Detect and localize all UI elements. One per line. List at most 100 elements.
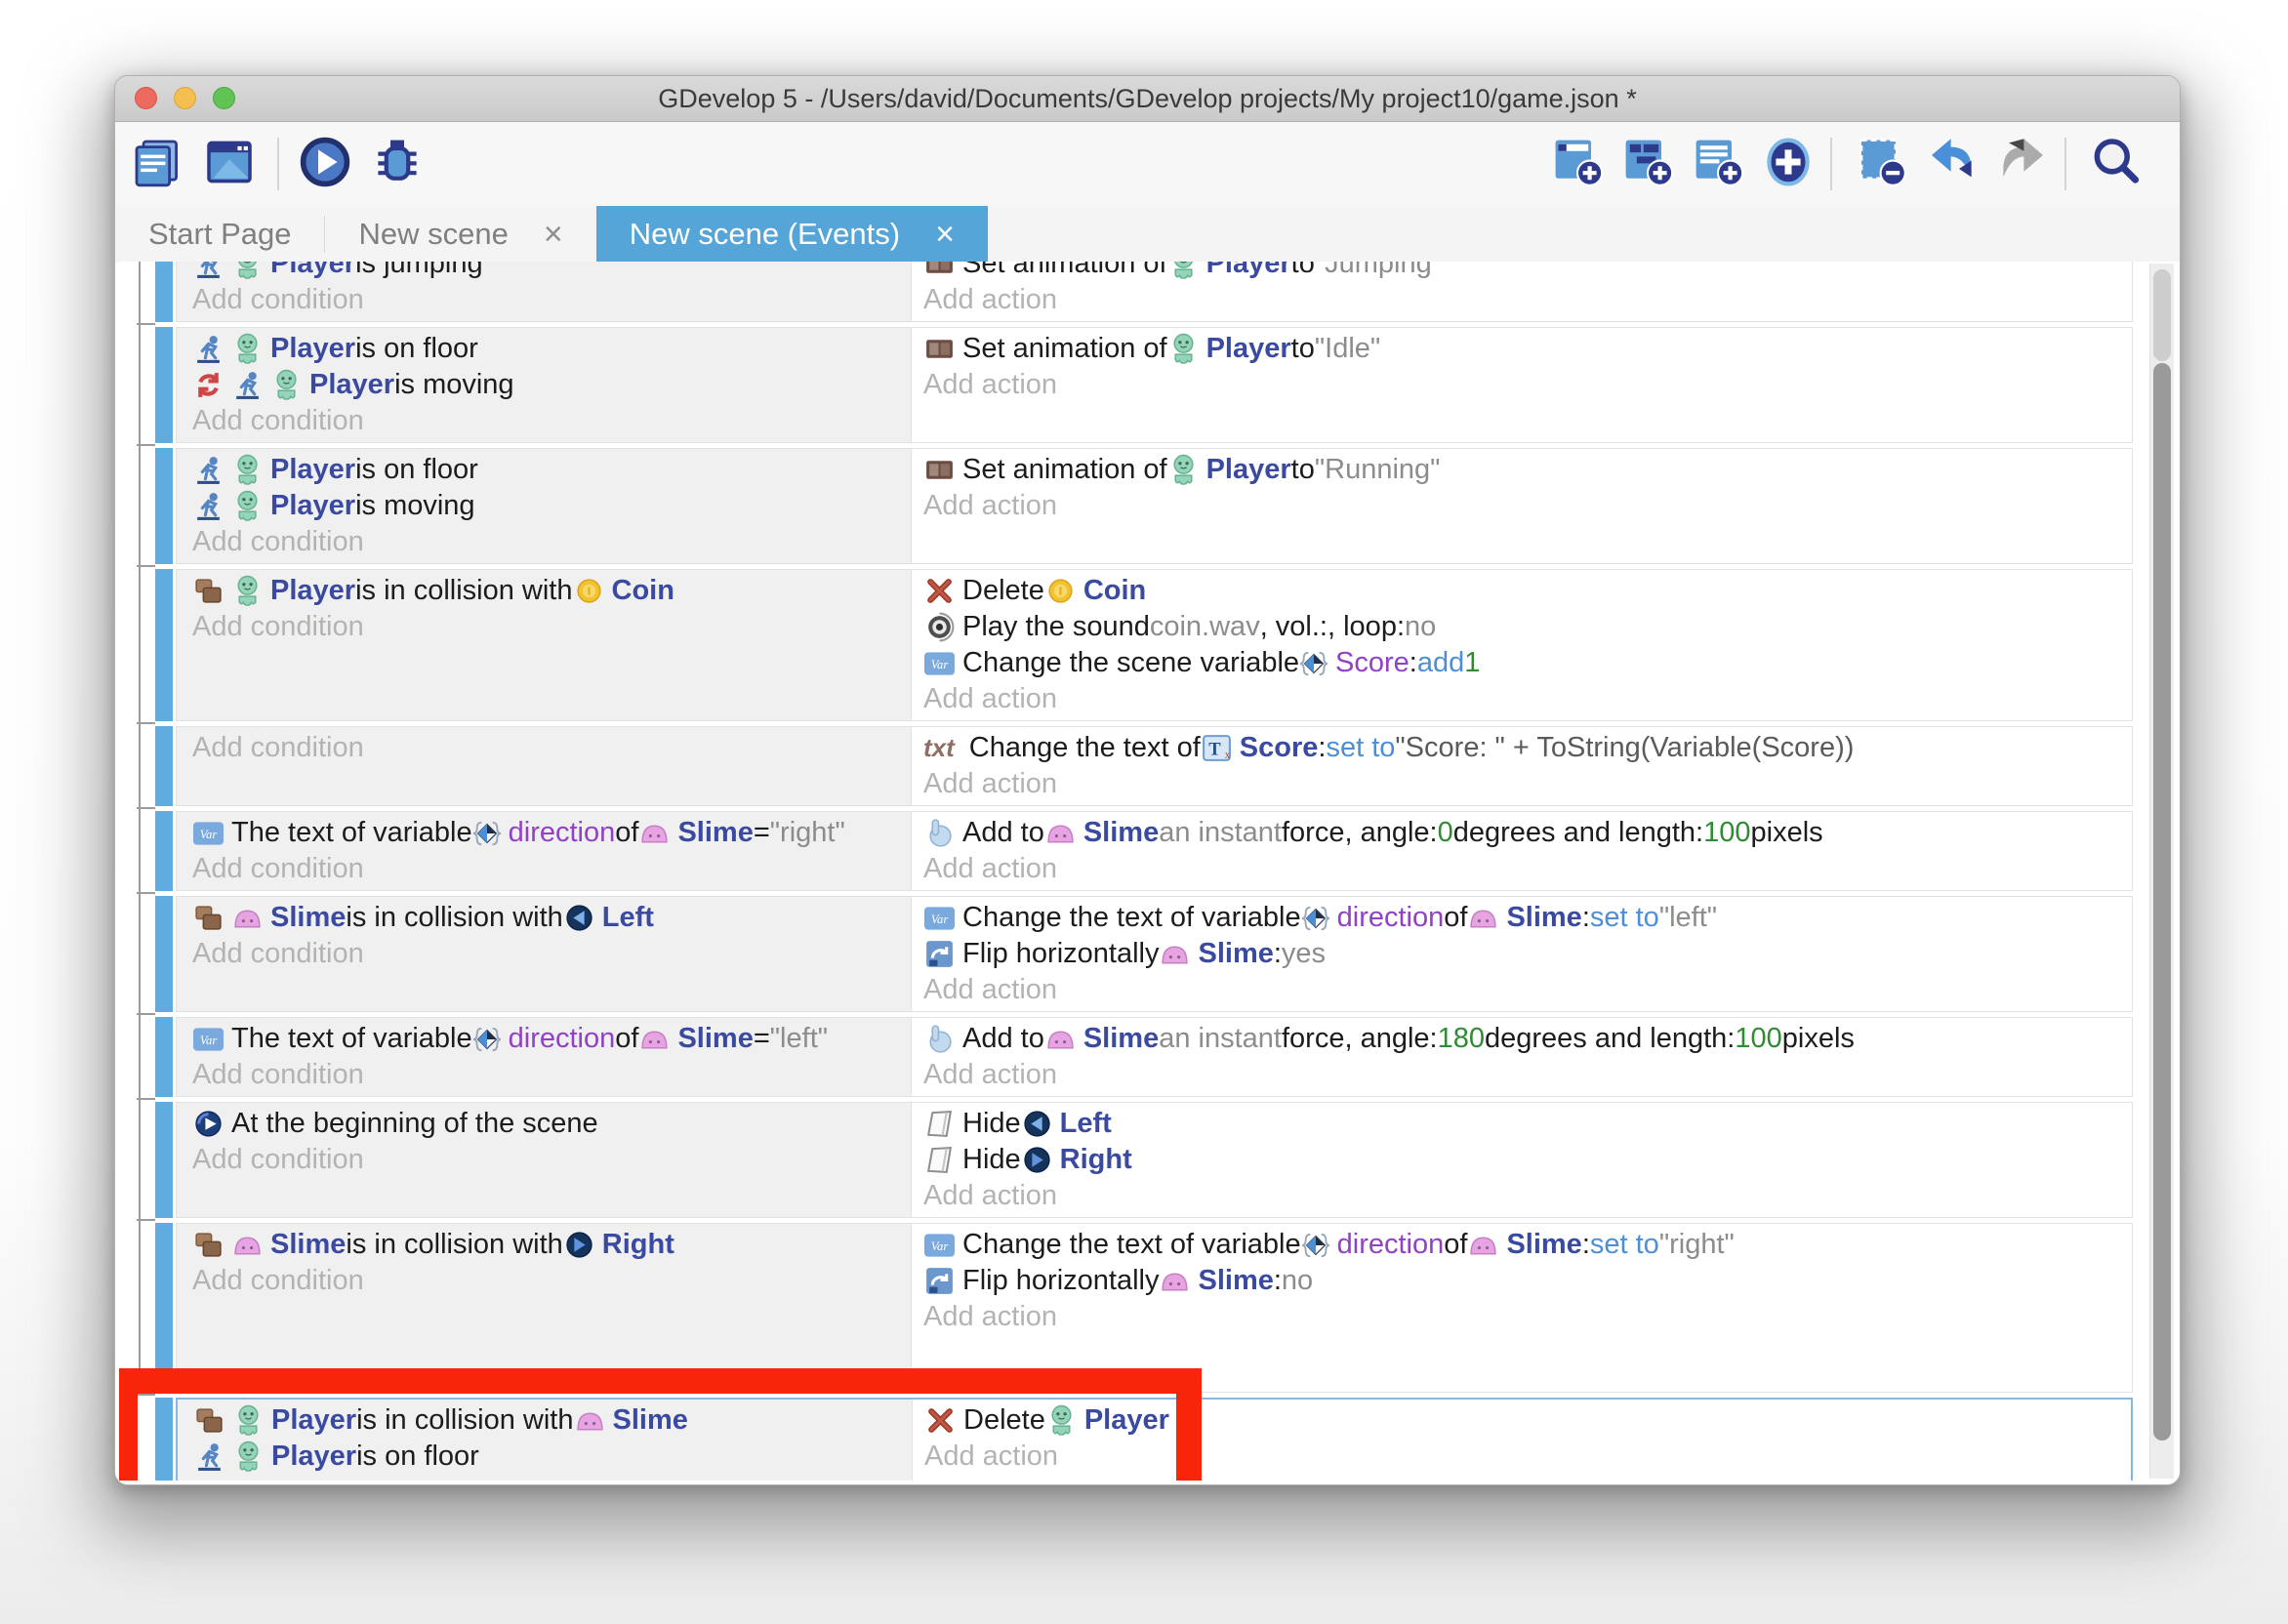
- close-tab-icon[interactable]: ×: [544, 218, 563, 251]
- action-line[interactable]: VarChange the scene variable Score: add …: [923, 645, 2132, 681]
- condition-line[interactable]: Player is on floor: [192, 452, 911, 488]
- undo-button[interactable]: [1924, 136, 1981, 192]
- search-button[interactable]: [2088, 136, 2145, 192]
- add-event-button[interactable]: [1549, 136, 1606, 192]
- scene-editor-icon: [202, 135, 257, 194]
- add-condition-button[interactable]: Add condition: [192, 524, 911, 560]
- condition-line[interactable]: Player is jumping: [192, 262, 911, 282]
- close-tab-icon[interactable]: ×: [935, 218, 955, 251]
- project-manager-button[interactable]: [129, 136, 185, 192]
- event-text: Player: [1206, 262, 1291, 282]
- add-condition-button[interactable]: Add condition: [192, 1142, 911, 1178]
- event-row[interactable]: VarThe text of variable direction of Sli…: [155, 811, 2133, 891]
- event-row[interactable]: Slime is in collision with LeftAdd condi…: [155, 896, 2133, 1012]
- event-text: of: [1444, 1227, 1467, 1263]
- action-line[interactable]: Flip horizontally Slime : yes: [923, 936, 2132, 972]
- event-row[interactable]: Player is on floorPlayer is movingAdd co…: [155, 448, 2133, 564]
- add-condition-button[interactable]: Add condition: [192, 730, 911, 766]
- condition-line[interactable]: Player is moving: [192, 367, 911, 403]
- txt-icon: txt: [923, 730, 962, 766]
- action-line[interactable]: Delete Player: [924, 1402, 2131, 1439]
- action-line[interactable]: Hide Left: [923, 1106, 2132, 1142]
- event-row[interactable]: VarThe text of variable direction of Sli…: [155, 1017, 2133, 1097]
- toolbar-divider: [1830, 138, 1832, 190]
- add-action-button[interactable]: Add action: [924, 1439, 2131, 1475]
- action-line[interactable]: VarChange the text of variable direction…: [923, 900, 2132, 936]
- tab-new-scene-events[interactable]: New scene (Events)×: [596, 206, 988, 263]
- condition-line[interactable]: Slime is in collision with Left: [192, 900, 911, 936]
- event-row[interactable]: Player is jumpingAdd condition Set animat…: [155, 262, 2133, 322]
- add-condition-button[interactable]: Add condition: [192, 403, 911, 439]
- add-condition-button[interactable]: Add condition: [193, 1475, 912, 1481]
- event-row[interactable]: Player is in collision with SlimePlayer …: [155, 1398, 2133, 1481]
- add-condition-button[interactable]: Add condition: [192, 851, 911, 887]
- add-new-button[interactable]: [1760, 136, 1817, 192]
- add-action-button[interactable]: Add action: [923, 367, 2132, 403]
- action-line[interactable]: Flip horizontally Slime : no: [923, 1263, 2132, 1299]
- tab-start-page[interactable]: Start Page: [115, 206, 324, 263]
- delete-event-button[interactable]: [1854, 136, 1910, 192]
- condition-line[interactable]: Player is in collision with Slime: [193, 1402, 912, 1439]
- add-condition-button[interactable]: Add condition: [192, 282, 911, 318]
- zoom-window-button[interactable]: [213, 87, 235, 109]
- debug-button[interactable]: [369, 136, 426, 192]
- add-comment-button[interactable]: [1690, 136, 1746, 192]
- add-event-icon: [1550, 135, 1605, 194]
- project-manager-icon: [130, 135, 184, 194]
- action-line[interactable]: Play the sound coin.wav, vol.: , loop: n…: [923, 609, 2132, 645]
- add-action-button[interactable]: Add action: [923, 488, 2132, 524]
- minimize-window-button[interactable]: [174, 87, 196, 109]
- add-action-button[interactable]: Add action: [923, 972, 2132, 1008]
- close-window-button[interactable]: [135, 87, 157, 109]
- condition-line[interactable]: Slime is in collision with Right: [192, 1227, 911, 1263]
- condition-line[interactable]: VarThe text of variable direction of Sli…: [192, 815, 911, 851]
- scrollbar-thumb[interactable]: [2153, 363, 2171, 1441]
- play-button[interactable]: [297, 136, 353, 192]
- event-text: Slime: [613, 1402, 688, 1439]
- event-row[interactable]: Player is on floorPlayer is movingAdd co…: [155, 327, 2133, 443]
- action-line[interactable]: txtChange the text of TxScore: set to "S…: [923, 730, 2132, 766]
- add-subevent-button[interactable]: [1619, 136, 1676, 192]
- condition-line[interactable]: Player is moving: [192, 488, 911, 524]
- event-text: "Running": [1315, 452, 1441, 488]
- event-text: is in collision with: [346, 900, 562, 936]
- condition-line[interactable]: Player is in collision with Coin: [192, 573, 911, 609]
- action-line[interactable]: Delete Coin: [923, 573, 2132, 609]
- event-row[interactable]: Add condition txtChange the text of TxSco…: [155, 726, 2133, 806]
- action-line[interactable]: Set animation of Player to "Running": [923, 452, 2132, 488]
- condition-line[interactable]: VarThe text of variable direction of Sli…: [192, 1021, 911, 1057]
- action-line[interactable]: Set animation of Player to "Jumping": [923, 262, 2132, 282]
- action-line[interactable]: Add to Slime an instant force, angle: 18…: [923, 1021, 2132, 1057]
- add-action-button[interactable]: Add action: [923, 766, 2132, 802]
- event-row[interactable]: Slime is in collision with RightAdd cond…: [155, 1223, 2133, 1393]
- toolbar-right-group: [1545, 136, 2154, 192]
- add-action-button[interactable]: Add action: [923, 1057, 2132, 1093]
- action-line[interactable]: Add to Slime an instant force, angle: 0 …: [923, 815, 2132, 851]
- scrollbar[interactable]: [2149, 264, 2174, 1479]
- add-action-button[interactable]: Add action: [923, 282, 2132, 318]
- condition-line[interactable]: Player is on floor: [193, 1439, 912, 1475]
- add-condition-button[interactable]: Add condition: [192, 936, 911, 972]
- event-row[interactable]: At the beginning of the sceneAdd conditi…: [155, 1102, 2133, 1218]
- add-action-button[interactable]: Add action: [923, 1299, 2132, 1335]
- add-condition-button[interactable]: Add condition: [192, 1057, 911, 1093]
- add-condition-button[interactable]: Add condition: [192, 1263, 911, 1299]
- event-row[interactable]: Player is in collision with CoinAdd cond…: [155, 569, 2133, 721]
- condition-line[interactable]: Player is on floor: [192, 331, 911, 367]
- hide-icon: [923, 1144, 956, 1176]
- action-line[interactable]: VarChange the text of variable direction…: [923, 1227, 2132, 1263]
- add-condition-button[interactable]: Add condition: [192, 609, 911, 645]
- tab-new-scene[interactable]: New scene×: [325, 206, 595, 263]
- title-bar[interactable]: GDevelop 5 - /Users/david/Documents/GDev…: [115, 76, 2180, 122]
- scrollbar-segment[interactable]: [2153, 269, 2171, 361]
- action-line[interactable]: Hide Right: [923, 1142, 2132, 1178]
- add-action-button[interactable]: Add action: [923, 851, 2132, 887]
- add-action-button[interactable]: Add action: [923, 681, 2132, 717]
- condition-line[interactable]: At the beginning of the scene: [192, 1106, 911, 1142]
- event-text: Slime: [1198, 936, 1273, 972]
- action-line[interactable]: Set animation of Player to "Idle": [923, 331, 2132, 367]
- event-text: Change the scene variable: [962, 645, 1299, 681]
- redo-button[interactable]: [1994, 136, 2051, 192]
- scene-editor-button[interactable]: [201, 136, 258, 192]
- add-action-button[interactable]: Add action: [923, 1178, 2132, 1214]
